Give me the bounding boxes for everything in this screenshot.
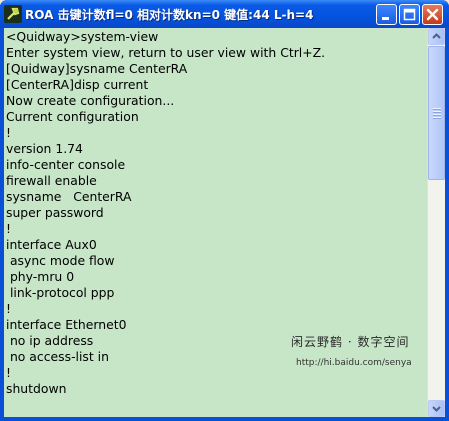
terminal-line: Now create configuration... bbox=[6, 93, 175, 108]
terminal-line: no access-list in bbox=[6, 349, 109, 364]
terminal-window: ROA 击键计数fl=0 相对计数kn=0 键值:44 L-h=4 <Quidw… bbox=[0, 0, 449, 421]
terminal-line: ! bbox=[6, 125, 11, 140]
terminal-line: firewall enable bbox=[6, 173, 97, 188]
terminal-line: ! bbox=[6, 221, 11, 236]
vertical-scrollbar[interactable] bbox=[427, 28, 445, 417]
close-icon bbox=[426, 8, 439, 21]
terminal-line: super password bbox=[6, 205, 104, 220]
terminal-output[interactable]: <Quidway>system-view Enter system view, … bbox=[4, 28, 426, 417]
window-title: ROA 击键计数fl=0 相对计数kn=0 键值:44 L-h=4 bbox=[25, 8, 314, 22]
terminal-line: phy-mru 0 bbox=[6, 269, 75, 284]
thumb-grip bbox=[433, 117, 441, 119]
maximize-icon bbox=[403, 8, 416, 21]
terminal-line: ! bbox=[6, 301, 11, 316]
terminal-line: <Quidway>system-view bbox=[6, 29, 159, 44]
terminal-line: version 1.74 bbox=[6, 141, 83, 156]
thumb-grip bbox=[433, 111, 441, 113]
minimize-button[interactable] bbox=[376, 4, 397, 25]
wrench-app-icon[interactable] bbox=[4, 5, 22, 23]
watermark-signature: 闲云野鹤 · 数字空间 bbox=[291, 335, 410, 349]
terminal-line: [CenterRA]disp current bbox=[6, 77, 149, 92]
terminal-line: sysname CenterRA bbox=[6, 189, 132, 204]
terminal-line: Current configuration bbox=[6, 109, 139, 124]
terminal-client-area: <Quidway>system-view Enter system view, … bbox=[4, 28, 445, 417]
scroll-up-arrow-icon bbox=[432, 33, 441, 39]
terminal-line: [Quidway]sysname CenterRA bbox=[6, 61, 188, 76]
close-button[interactable] bbox=[422, 4, 443, 25]
title-bar[interactable]: ROA 击键计数fl=0 相对计数kn=0 键值:44 L-h=4 bbox=[0, 0, 449, 28]
terminal-line: shutdown bbox=[6, 381, 67, 396]
terminal-line: Enter system view, return to user view w… bbox=[6, 45, 326, 60]
watermark-url: http://hi.baidu.com/senya bbox=[296, 358, 412, 368]
terminal-line: interface Ethernet0 bbox=[6, 317, 127, 332]
terminal-line: ! bbox=[6, 365, 11, 380]
terminal-line: no ip address bbox=[6, 333, 94, 348]
terminal-line: info-center console bbox=[6, 157, 126, 172]
scroll-up-button[interactable] bbox=[428, 28, 445, 45]
thumb-grip bbox=[433, 114, 441, 116]
terminal-line: link-protocol ppp bbox=[6, 285, 115, 300]
scrollbar-thumb[interactable] bbox=[428, 46, 445, 180]
scroll-down-button[interactable] bbox=[428, 400, 445, 417]
minimize-icon bbox=[382, 17, 389, 20]
thumb-grip bbox=[433, 108, 441, 110]
terminal-line: async mode flow bbox=[6, 253, 115, 268]
terminal-line: interface Aux0 bbox=[6, 237, 97, 252]
maximize-button[interactable] bbox=[399, 4, 420, 25]
scroll-down-arrow-icon bbox=[432, 406, 441, 412]
